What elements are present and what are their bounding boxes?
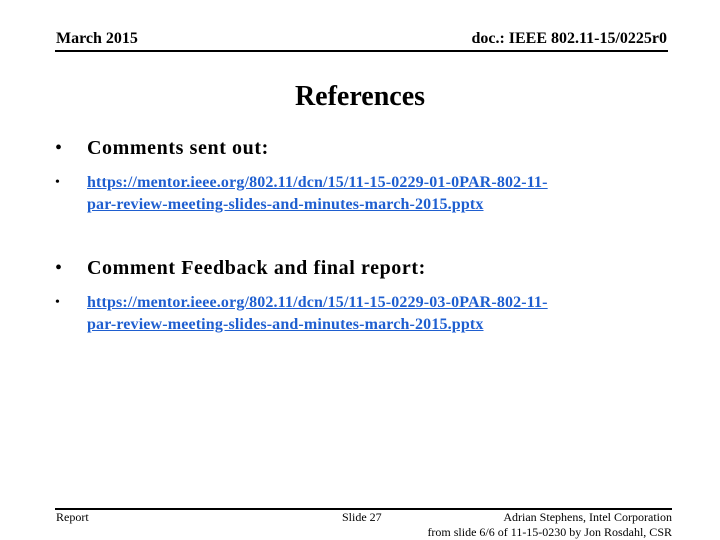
bullet-icon: • bbox=[55, 257, 63, 279]
bullet-item-link-1: • https://mentor.ieee.org/802.11/dcn/15/… bbox=[55, 172, 677, 216]
link-line-1: https://mentor.ieee.org/802.11/dcn/15/11… bbox=[87, 294, 548, 311]
footer-source: from slide 6/6 of 11-15-0230 by Jon Rosd… bbox=[427, 525, 672, 539]
bullet-heading: Comment Feedback and final report: bbox=[87, 257, 426, 279]
slide-title: References bbox=[294, 81, 426, 112]
link-line-2: par-review-meeting-slides-and-minutes-ma… bbox=[87, 196, 484, 213]
bullet-icon: • bbox=[55, 137, 63, 159]
reference-link-1[interactable]: https://mentor.ieee.org/802.11/dcn/15/11… bbox=[87, 172, 677, 216]
footer-slide-number: Slide 27 bbox=[342, 510, 382, 524]
footer-author: Adrian Stephens, Intel Corporation bbox=[503, 510, 672, 524]
link-line-1: https://mentor.ieee.org/802.11/dcn/15/11… bbox=[87, 174, 548, 191]
bullet-heading: Comments sent out: bbox=[87, 137, 269, 159]
header-date: March 2015 bbox=[56, 30, 138, 47]
reference-link-2[interactable]: https://mentor.ieee.org/802.11/dcn/15/11… bbox=[87, 292, 677, 336]
header-doc-id: doc.: IEEE 802.11-15/0225r0 bbox=[471, 30, 667, 47]
footer-report-label: Report bbox=[56, 510, 89, 524]
bullet-icon: • bbox=[55, 175, 60, 190]
bullet-item-comments-sent: • Comments sent out: bbox=[55, 136, 269, 160]
link-line-2: par-review-meeting-slides-and-minutes-ma… bbox=[87, 316, 484, 333]
header-divider bbox=[55, 50, 668, 52]
bullet-item-feedback-report: • Comment Feedback and final report: bbox=[55, 256, 426, 280]
footer-attribution: Adrian Stephens, Intel Corporation from … bbox=[427, 510, 672, 540]
bullet-icon: • bbox=[55, 295, 60, 310]
bullet-item-link-2: • https://mentor.ieee.org/802.11/dcn/15/… bbox=[55, 292, 677, 336]
